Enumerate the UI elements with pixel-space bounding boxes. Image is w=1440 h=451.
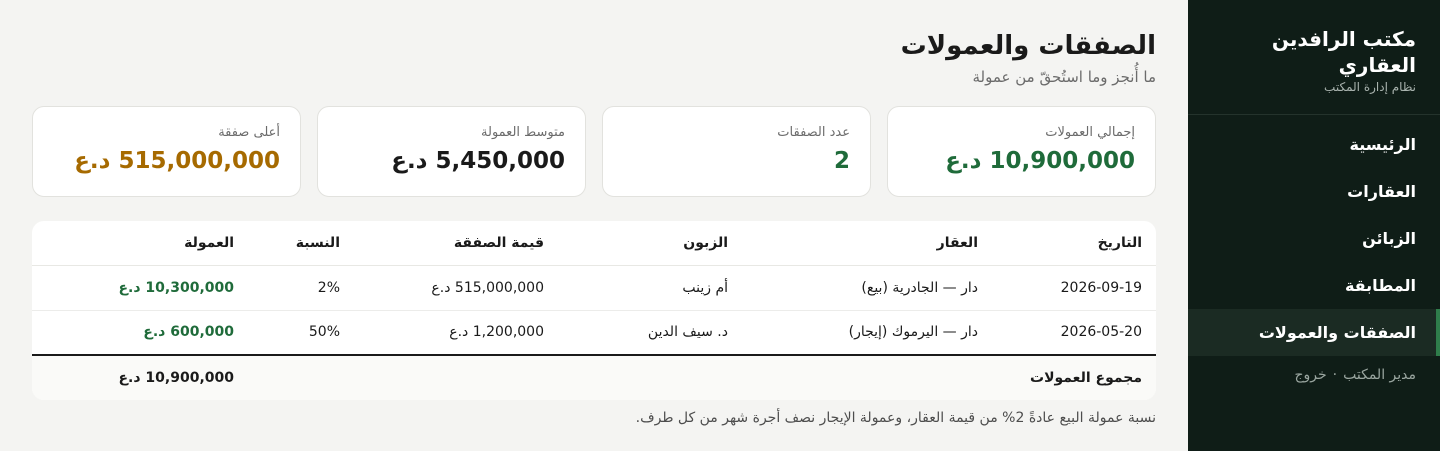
cell-property: دار — اليرموك (إيجار) [742,310,992,356]
stat-value: 2 [833,148,850,174]
footer-total-value: 10,900,000 د.ع [32,355,248,400]
sidebar-item-properties[interactable]: العقارات [1188,168,1440,215]
column-header-deal-value: قيمة الصفقة [354,221,558,266]
cell-date: 2026-05-20 [992,310,1156,356]
logout-link[interactable]: خروج [1294,367,1326,383]
sidebar-item-deals-commissions[interactable]: الصفقات والعمولات [1188,309,1440,356]
page-subtitle: ما أُنجز وما استُحقّ من عمولة [972,68,1157,86]
stat-card-average-commission: متوسط العمولة 5,450,000 د.ع [317,106,586,197]
stat-card-deal-count: عدد الصفقات 2 [602,106,871,197]
column-header-commission: العمولة [32,221,248,266]
stat-value: 5,450,000 د.ع [391,148,565,174]
sidebar: مكتب الرافدين العقاري نظام إدارة المكتب … [1188,0,1440,451]
sidebar-item-home[interactable]: الرئيسية [1188,121,1440,168]
app-layout: مكتب الرافدين العقاري نظام إدارة المكتب … [0,0,1440,451]
sidebar-item-clients[interactable]: الزبائن [1188,215,1440,262]
main-content: الصفقات والعمولات ما أُنجز وما استُحقّ م… [0,0,1188,451]
stat-label: إجمالي العمولات [1045,125,1135,140]
page-title: الصفقات والعمولات [900,31,1156,61]
column-header-property: العقار [742,221,992,266]
stat-card-total-commissions: إجمالي العمولات 10,900,000 د.ع [887,106,1156,197]
cell-commission: 10,300,000 د.ع [32,265,248,311]
cell-commission: 600,000 د.ع [32,310,248,356]
stat-label: أعلى صفقة [218,125,280,140]
column-header-rate: النسبة [248,221,354,266]
footer-total-label: مجموع العمولات [248,355,1156,400]
stat-value: 515,000,000 د.ع [74,148,280,174]
sidebar-item-matching[interactable]: المطابقة [1188,262,1440,309]
cell-rate: 50% [248,310,354,356]
table-header-row: التاريخ العقار الزبون قيمة الصفقة النسبة… [32,221,1156,266]
deals-table-wrapper: التاريخ العقار الزبون قيمة الصفقة النسبة… [32,221,1156,400]
cell-property: دار — الجادرية (بيع) [742,265,992,311]
user-separator: · [1332,367,1338,383]
stat-label: متوسط العمولة [481,125,565,140]
user-name: مدير المكتب [1343,367,1416,383]
user-row: مدير المكتب · خروج [1188,356,1440,394]
column-header-client: الزبون [558,221,742,266]
cell-rate: 2% [248,265,354,311]
cell-deal-value: 1,200,000 د.ع [354,310,558,356]
brand: مكتب الرافدين العقاري نظام إدارة المكتب [1188,0,1440,115]
stat-label: عدد الصفقات [777,125,850,140]
commission-note: نسبة عمولة البيع عادةً 2% من قيمة العقار… [635,410,1156,426]
stat-card-top-deal: أعلى صفقة 515,000,000 د.ع [32,106,301,197]
stats-cards: إجمالي العمولات 10,900,000 د.ع عدد الصفق… [32,106,1156,197]
sidebar-nav: الرئيسية العقارات الزبائن المطابقة الصفق… [1188,115,1440,356]
brand-subtitle: نظام إدارة المكتب [1324,80,1416,94]
deals-table: التاريخ العقار الزبون قيمة الصفقة النسبة… [32,221,1156,400]
table-row[interactable]: 2026-09-19 دار — الجادرية (بيع) أم زينب … [32,265,1156,311]
column-header-date: التاريخ [992,221,1156,266]
table-footer-row: مجموع العمولات 10,900,000 د.ع [32,355,1156,400]
cell-client: د. سيف الدين [558,310,742,356]
brand-title: مكتب الرافدين العقاري [1271,27,1416,77]
stat-value: 10,900,000 د.ع [945,148,1135,174]
cell-client: أم زينب [558,265,742,311]
table-row[interactable]: 2026-05-20 دار — اليرموك (إيجار) د. سيف … [32,310,1156,356]
cell-deal-value: 515,000,000 د.ع [354,265,558,311]
cell-date: 2026-09-19 [992,265,1156,311]
